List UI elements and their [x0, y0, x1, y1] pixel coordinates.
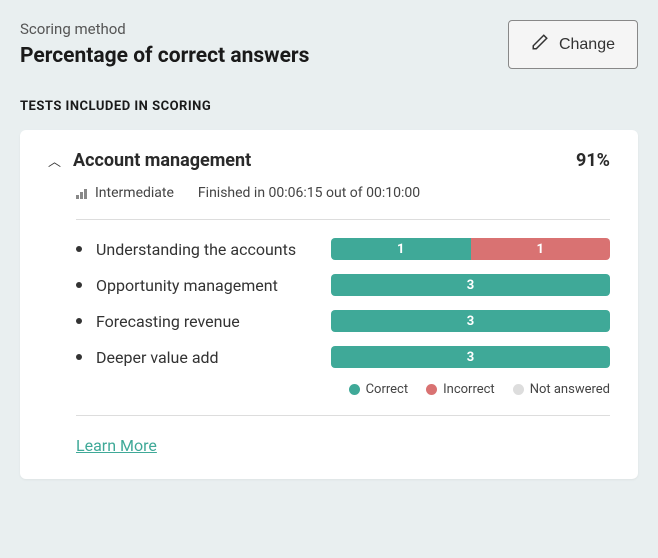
skill-row: Understanding the accounts11 — [76, 238, 610, 260]
segment-correct: 1 — [331, 238, 471, 260]
legend: Correct Incorrect Not answered — [48, 382, 610, 397]
segment-correct: 3 — [331, 346, 610, 368]
pencil-icon — [531, 33, 549, 56]
change-button[interactable]: Change — [508, 20, 638, 69]
legend-na: Not answered — [530, 382, 610, 397]
test-header[interactable]: ︿ Account management 91% — [48, 150, 610, 171]
scoring-method-label: Scoring method — [20, 20, 508, 38]
swatch-correct — [349, 384, 360, 395]
bullet — [76, 246, 82, 252]
skill-name: Forecasting revenue — [96, 312, 331, 331]
legend-incorrect: Incorrect — [443, 382, 495, 397]
bullet — [76, 282, 82, 288]
skill-name: Opportunity management — [96, 276, 331, 295]
legend-correct: Correct — [366, 382, 409, 397]
chevron-up-icon: ︿ — [48, 151, 61, 170]
swatch-na — [513, 384, 524, 395]
divider — [76, 219, 610, 220]
test-score: 91% — [576, 150, 610, 171]
segment-correct: 3 — [331, 310, 610, 332]
divider — [76, 415, 610, 416]
skill-row: Deeper value add3 — [76, 346, 610, 368]
skill-bar: 3 — [331, 310, 610, 332]
scoring-method-value: Percentage of correct answers — [20, 44, 508, 68]
learn-more-link[interactable]: Learn More — [76, 436, 157, 455]
skills-list: Understanding the accounts11Opportunity … — [48, 238, 610, 368]
skill-bar: 3 — [331, 274, 610, 296]
swatch-incorrect — [426, 384, 437, 395]
test-level: Intermediate — [95, 185, 174, 201]
skill-name: Understanding the accounts — [96, 240, 331, 259]
section-label: TESTS INCLUDED IN SCORING — [20, 99, 638, 114]
test-meta: Intermediate Finished in 00:06:15 out of… — [48, 185, 610, 201]
skill-bar: 11 — [331, 238, 610, 260]
test-timing: Finished in 00:06:15 out of 00:10:00 — [198, 185, 420, 201]
skill-row: Forecasting revenue3 — [76, 310, 610, 332]
skill-bar: 3 — [331, 346, 610, 368]
level-icon — [76, 188, 87, 199]
bullet — [76, 318, 82, 324]
segment-correct: 3 — [331, 274, 610, 296]
scoring-method-block: Scoring method Percentage of correct ans… — [20, 20, 508, 68]
change-button-label: Change — [559, 36, 615, 54]
segment-incorrect: 1 — [471, 238, 611, 260]
test-title: Account management — [73, 150, 251, 171]
skill-name: Deeper value add — [96, 348, 331, 367]
bullet — [76, 354, 82, 360]
skill-row: Opportunity management3 — [76, 274, 610, 296]
test-card: ︿ Account management 91% Intermediate Fi… — [20, 130, 638, 479]
